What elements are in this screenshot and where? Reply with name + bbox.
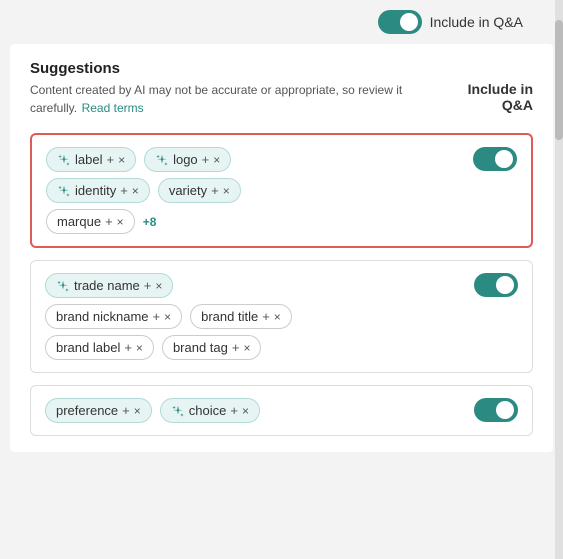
tag-brand title: brand title + × (190, 304, 292, 329)
tag-text: variety (169, 183, 207, 198)
toggle-3[interactable] (474, 398, 518, 422)
tag-text: logo (173, 152, 198, 167)
tag-remove-button[interactable]: × (117, 215, 124, 229)
suggestions-meta: Content created by AI may not be accurat… (30, 81, 533, 117)
tag-remove-button[interactable]: × (274, 310, 281, 324)
cards-container: label+× logo+× identity+×variety+×marque… (30, 133, 533, 436)
card-toggle-2[interactable] (474, 273, 518, 297)
suggestion-card-3: preference+× choice+× (30, 385, 533, 436)
tag-text: preference (56, 403, 118, 418)
column-header-label: Include in Q&A (447, 81, 533, 113)
suggestion-card-1: label+× logo+× identity+×variety+×marque… (30, 133, 533, 248)
card-toggle-1[interactable] (473, 147, 517, 171)
tag-text: choice (189, 403, 227, 418)
ai-sparkle-icon (57, 153, 71, 167)
suggestions-title: Suggestions (30, 60, 533, 77)
card-1-row-2: identity + × variety + × (46, 178, 517, 203)
suggestions-desc-area: Content created by AI may not be accurat… (30, 81, 447, 117)
tag-remove-button[interactable]: × (134, 404, 141, 418)
tag-plus-button[interactable]: + (106, 152, 114, 167)
tag-plus-button[interactable]: + (120, 183, 128, 198)
tag-variety: variety + × (158, 178, 241, 203)
tag-brand label: brand label + × (45, 335, 154, 360)
tag-brand tag: brand tag +× (162, 335, 262, 360)
tag-plus-button[interactable]: + (124, 340, 132, 355)
card-2-row-1: trade name +× (45, 273, 518, 298)
tag-text: marque (57, 214, 101, 229)
main-content: Suggestions Content created by AI may no… (10, 44, 553, 452)
more-badge[interactable]: +8 (143, 215, 157, 229)
ai-sparkle-icon (171, 404, 185, 418)
tag-logo: logo +× (144, 147, 231, 172)
scrollbar[interactable] (555, 0, 563, 559)
suggestion-card-2: trade name+×brand nickname+×brand title+… (30, 260, 533, 373)
tag-text: brand label (56, 340, 120, 355)
suggestions-header: Suggestions Content created by AI may no… (30, 60, 533, 117)
tag-remove-button[interactable]: × (242, 404, 249, 418)
tag-brand nickname: brand nickname +× (45, 304, 182, 329)
tag-remove-button[interactable]: × (155, 279, 162, 293)
tag-identity: identity + × (46, 178, 150, 203)
tag-label: label + × (46, 147, 136, 172)
card-toggle-3[interactable] (474, 398, 518, 422)
toggle-2[interactable] (474, 273, 518, 297)
tag-remove-button[interactable]: × (136, 341, 143, 355)
card-2-row-2: brand nickname+×brand title+× (45, 304, 518, 329)
tag-text: brand tag (173, 340, 228, 355)
tag-plus-button[interactable]: + (211, 183, 219, 198)
tag-choice: choice+ × (160, 398, 260, 423)
tag-remove-button[interactable]: × (243, 341, 250, 355)
tag-plus-button[interactable]: + (105, 214, 113, 229)
card-1-row-1: label+× logo+× (46, 147, 517, 172)
card-2-row-3: brand label+×brand tag+× (45, 335, 518, 360)
tag-marque: marque + × (46, 209, 135, 234)
tag-remove-button[interactable]: × (132, 184, 139, 198)
tag-text: label (75, 152, 102, 167)
tag-plus-button[interactable]: + (262, 309, 270, 324)
read-terms-link[interactable]: Read terms (82, 101, 144, 115)
tag-text: brand title (201, 309, 258, 324)
tag-plus-button[interactable]: + (153, 309, 161, 324)
top-toggle[interactable] (378, 10, 422, 34)
tag-plus-button[interactable]: + (122, 403, 130, 418)
tag-text: trade name (74, 278, 140, 293)
tag-text: identity (75, 183, 116, 198)
tag-plus-button[interactable]: + (202, 152, 210, 167)
tag-preference: preference + × (45, 398, 152, 423)
toggle-1[interactable] (473, 147, 517, 171)
tag-plus-button[interactable]: + (232, 340, 240, 355)
ai-sparkle-icon (56, 279, 70, 293)
tag-remove-button[interactable]: × (213, 153, 220, 167)
top-toggle-label: Include in Q&A (430, 14, 523, 30)
top-bar: Include in Q&A (0, 0, 563, 44)
scrollbar-thumb[interactable] (555, 20, 563, 140)
tag-remove-button[interactable]: × (223, 184, 230, 198)
tag-trade name: trade name +× (45, 273, 173, 298)
ai-sparkle-icon (155, 153, 169, 167)
ai-sparkle-icon (57, 184, 71, 198)
tag-text: brand nickname (56, 309, 149, 324)
tag-remove-button[interactable]: × (164, 310, 171, 324)
card-1-row-3: marque + × +8 (46, 209, 517, 234)
tag-remove-button[interactable]: × (118, 153, 125, 167)
card-3-row-1: preference+× choice+× (45, 398, 518, 423)
tag-plus-button[interactable]: + (230, 403, 238, 418)
tag-plus-button[interactable]: + (144, 278, 152, 293)
